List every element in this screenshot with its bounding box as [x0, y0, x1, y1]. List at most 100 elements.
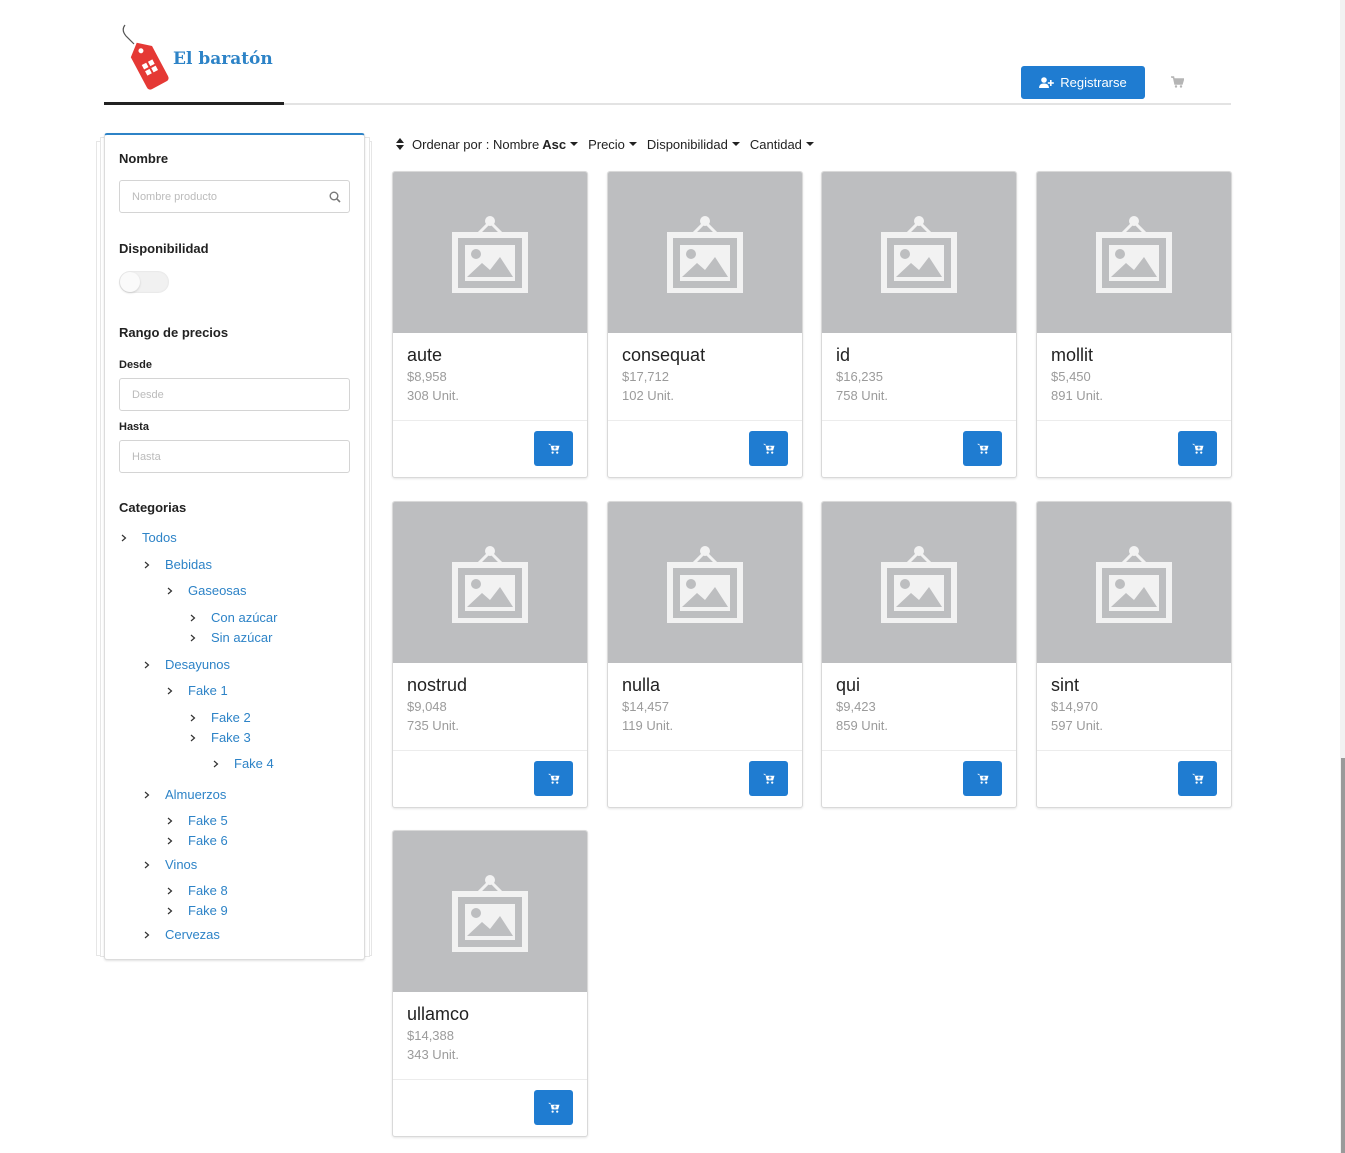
cart-icon[interactable]	[1171, 75, 1185, 89]
chevron-right-icon	[167, 907, 173, 914]
category-item[interactable]: Bebidas	[142, 557, 212, 572]
category-item[interactable]: Fake 2	[188, 710, 251, 725]
sort-by-availability[interactable]: Disponibilidad	[647, 137, 740, 152]
product-card[interactable]: consequat $17,712 102 Unit.	[607, 171, 803, 478]
add-to-cart-button[interactable]	[749, 431, 788, 466]
product-image[interactable]	[1037, 502, 1231, 663]
product-name[interactable]: nulla	[622, 675, 660, 696]
add-to-cart-button[interactable]	[963, 761, 1002, 796]
search-icon[interactable]	[329, 191, 341, 203]
price-to-input[interactable]	[119, 440, 350, 473]
product-image[interactable]	[393, 172, 587, 333]
category-item[interactable]: Cervezas	[142, 927, 220, 942]
category-item[interactable]: Fake 1	[165, 683, 228, 698]
product-card[interactable]: id $16,235 758 Unit.	[821, 171, 1017, 478]
sort-quantity-label: Cantidad	[749, 136, 802, 152]
category-label: Todos	[142, 530, 177, 545]
chevron-right-icon	[190, 714, 196, 721]
categories-title: Categorias	[119, 500, 187, 515]
card-divider	[608, 420, 802, 421]
add-to-cart-button[interactable]	[749, 761, 788, 796]
sort-direction-label: Asc	[542, 136, 567, 152]
add-to-cart-button[interactable]	[534, 1090, 573, 1125]
caret-down-icon	[570, 142, 579, 146]
product-card[interactable]: ullamco $14,388 343 Unit.	[392, 830, 588, 1137]
product-card[interactable]: qui $9,423 859 Unit.	[821, 501, 1017, 808]
product-name-search-input[interactable]	[119, 180, 350, 213]
sort-prefix-label: Ordenar por :	[412, 136, 490, 152]
category-item[interactable]: Gaseosas	[165, 583, 247, 598]
product-stock: 308 Unit.	[407, 388, 460, 403]
product-image[interactable]	[608, 172, 802, 333]
add-to-cart-button[interactable]	[963, 431, 1002, 466]
category-item[interactable]: Fake 9	[165, 903, 228, 918]
card-divider	[1037, 420, 1231, 421]
product-name[interactable]: ullamco	[407, 1004, 469, 1025]
chevron-right-icon	[144, 661, 150, 668]
sort-by-name[interactable]: Ordenar por : Nombre Asc	[412, 136, 579, 152]
add-to-cart-icon	[976, 443, 988, 454]
sort-by-price[interactable]: Precio	[588, 137, 637, 152]
card-divider	[393, 1079, 587, 1080]
category-item[interactable]: Fake 6	[165, 833, 228, 848]
category-item[interactable]: Almuerzos	[142, 787, 226, 802]
chevron-right-icon	[167, 687, 173, 694]
product-card[interactable]: sint $14,970 597 Unit.	[1036, 501, 1232, 808]
card-divider	[393, 750, 587, 751]
product-card[interactable]: nulla $14,457 119 Unit.	[607, 501, 803, 808]
caret-down-icon	[805, 142, 814, 146]
register-label: Registrarse	[1060, 75, 1127, 90]
category-item[interactable]: Con azúcar	[188, 610, 277, 625]
category-item[interactable]: Fake 8	[165, 883, 228, 898]
add-to-cart-button[interactable]	[534, 761, 573, 796]
product-image[interactable]	[1037, 172, 1231, 333]
category-label: Fake 6	[188, 833, 228, 848]
product-image[interactable]	[822, 502, 1016, 663]
chevron-right-icon	[213, 760, 219, 767]
product-card[interactable]: aute $8,958 308 Unit.	[392, 171, 588, 478]
category-item[interactable]: Sin azúcar	[188, 630, 272, 645]
product-image[interactable]	[393, 831, 587, 992]
category-item[interactable]: Todos	[119, 530, 177, 545]
product-price: $9,423	[836, 699, 876, 714]
price-from-input[interactable]	[119, 378, 350, 411]
product-name[interactable]: mollit	[1051, 345, 1093, 366]
product-stock: 102 Unit.	[622, 388, 675, 403]
product-name[interactable]: qui	[836, 675, 860, 696]
availability-toggle[interactable]	[119, 271, 169, 293]
product-name[interactable]: consequat	[622, 345, 705, 366]
sort-by-quantity[interactable]: Cantidad	[750, 137, 814, 152]
add-to-cart-icon	[547, 773, 559, 784]
product-name[interactable]: nostrud	[407, 675, 467, 696]
add-to-cart-button[interactable]	[1178, 761, 1217, 796]
category-item[interactable]: Fake 4	[211, 756, 274, 771]
sort-name-label: Nombre	[492, 136, 540, 152]
category-item[interactable]: Fake 3	[188, 730, 251, 745]
category-label: Fake 8	[188, 883, 228, 898]
category-item[interactable]: Vinos	[142, 857, 197, 872]
brand-name[interactable]: El baratón	[173, 49, 273, 69]
register-button[interactable]: Registrarse	[1021, 66, 1145, 99]
product-image[interactable]	[393, 502, 587, 663]
chevron-right-icon	[167, 587, 173, 594]
product-card[interactable]: mollit $5,450 891 Unit.	[1036, 171, 1232, 478]
card-divider	[608, 750, 802, 751]
product-name[interactable]: aute	[407, 345, 442, 366]
product-image[interactable]	[608, 502, 802, 663]
price-tag-icon[interactable]	[120, 22, 180, 94]
product-image[interactable]	[822, 172, 1016, 333]
add-to-cart-button[interactable]	[1178, 431, 1217, 466]
product-name[interactable]: id	[836, 345, 850, 366]
product-card[interactable]: nostrud $9,048 735 Unit.	[392, 501, 588, 808]
product-stock: 859 Unit.	[836, 718, 889, 733]
category-label: Fake 1	[188, 683, 228, 698]
category-item[interactable]: Fake 5	[165, 813, 228, 828]
chevron-right-icon	[167, 837, 173, 844]
scrollbar-thumb[interactable]	[1341, 758, 1345, 1153]
add-to-cart-button[interactable]	[534, 431, 573, 466]
sort-icon	[396, 138, 404, 150]
category-item[interactable]: Desayunos	[142, 657, 230, 672]
image-placeholder-icon	[1096, 215, 1172, 293]
product-name[interactable]: sint	[1051, 675, 1079, 696]
sort-availability-label: Disponibilidad	[646, 136, 728, 152]
